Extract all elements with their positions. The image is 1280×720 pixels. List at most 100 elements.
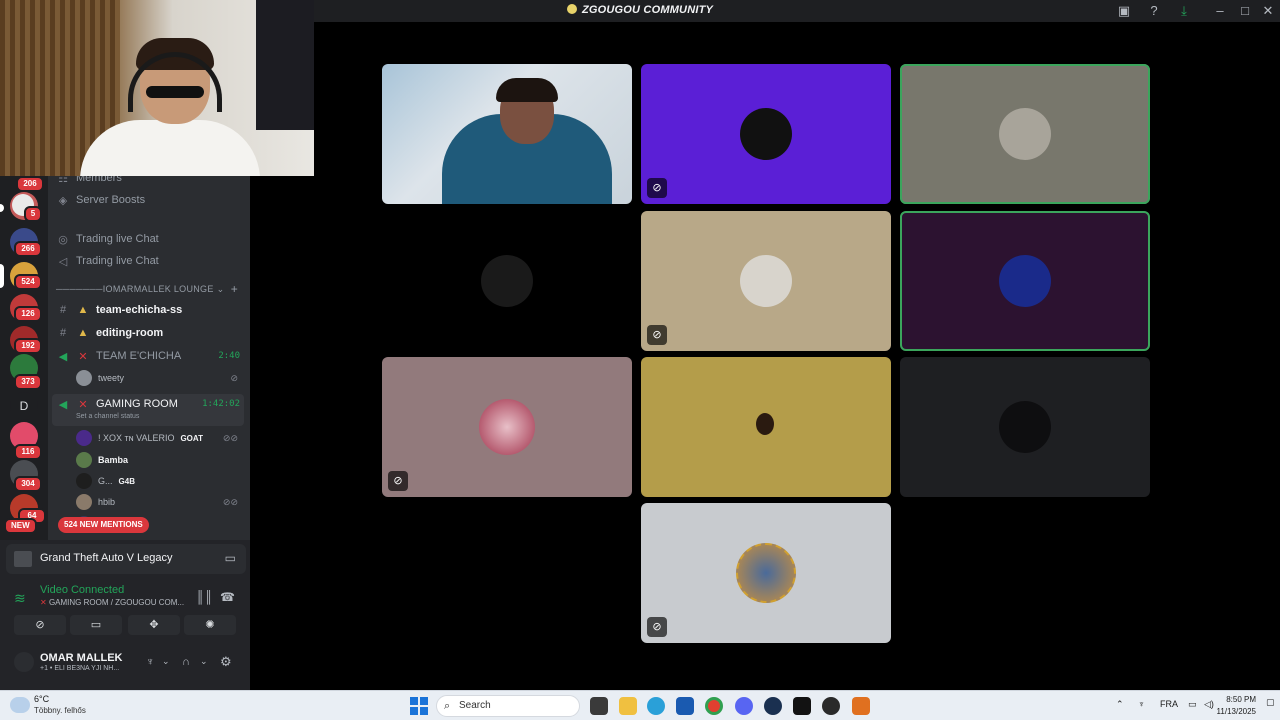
video-tile-camera[interactable] — [382, 64, 632, 204]
speaker-icon: ◀ — [58, 399, 68, 411]
disconnect-icon[interactable]: ☎ — [220, 590, 235, 604]
voice-user[interactable]: hbib ⊘⊘ — [76, 492, 244, 512]
network-icon[interactable]: ▭ — [1188, 699, 1197, 710]
voice-user[interactable]: Bamba — [76, 450, 244, 470]
screen-share-button[interactable]: ▭ — [70, 615, 122, 635]
minimize-icon[interactable]: – — [1212, 3, 1228, 19]
voice-location[interactable]: ✕ GAMING ROOM / ZGOUGOU COM... — [40, 598, 184, 607]
server-icon[interactable]: D — [10, 392, 38, 420]
user-status: +1 • ELI BE3NA YJI NH... — [40, 665, 120, 672]
category-header[interactable]: ───────IOMARMALLEK LOUNGE ⌄ + — [56, 282, 244, 296]
task-view-icon[interactable] — [590, 697, 608, 715]
camera-button[interactable]: ⊘ — [14, 615, 66, 635]
microphone-icon[interactable]: ♆ — [146, 656, 154, 668]
discord-icon[interactable] — [735, 697, 753, 715]
cross-icon: ✕ — [78, 350, 88, 363]
window-title-text: ZGOUGOU COMMUNITY — [581, 4, 714, 16]
server-boosts-label: Server Boosts — [76, 194, 146, 206]
headphones-icon[interactable]: ∩ — [182, 656, 190, 668]
video-tile[interactable]: ⊘ — [641, 211, 891, 351]
channel-status[interactable]: Set a channel status — [76, 413, 139, 420]
add-channel-icon[interactable]: + — [231, 282, 238, 296]
voice-channel-item[interactable]: ◀ ✕ TEAM E'CHICHA 2:40 — [56, 346, 244, 366]
hash-icon: # — [59, 304, 67, 316]
lock-icon: ▲ — [77, 327, 89, 339]
chevron-down-icon[interactable]: ⌄ — [200, 656, 208, 667]
store-icon[interactable] — [676, 697, 694, 715]
user-avatar — [999, 108, 1051, 160]
server-rail: 206 5 266 524 126 192 373 D 116 304 64 N… — [0, 176, 48, 540]
user-name[interactable]: OMAR MALLEK — [40, 652, 123, 664]
app-icon[interactable] — [852, 697, 870, 715]
user-avatar — [481, 255, 533, 307]
video-tile[interactable] — [641, 357, 891, 497]
members-label: Members — [76, 176, 122, 184]
chevron-down-icon[interactable]: ⌄ — [162, 656, 170, 667]
user-avatar — [999, 255, 1051, 307]
avatar — [76, 370, 92, 386]
activity-card[interactable]: Grand Theft Auto V Legacy ▭ — [6, 544, 246, 574]
avatar[interactable] — [14, 652, 34, 672]
cross-icon: ✕ — [78, 399, 88, 411]
start-tile — [410, 697, 418, 705]
server-boosts-item[interactable]: ◈ Server Boosts — [56, 190, 244, 210]
boost-icon: ◈ — [58, 194, 68, 207]
weather-cloud-icon[interactable] — [10, 697, 30, 713]
game-icon — [14, 551, 32, 567]
settings-gear-icon[interactable]: ⚙ — [220, 654, 232, 670]
terminal-icon[interactable] — [793, 697, 811, 715]
user-avatar — [740, 108, 792, 160]
steam-icon[interactable] — [764, 697, 782, 715]
microphone-icon[interactable]: ♆ — [1138, 699, 1145, 709]
new-mentions-pill[interactable]: 524 NEW MENTIONS — [58, 517, 149, 533]
voice-channel-item[interactable]: ◁ Trading live Chat — [56, 251, 244, 271]
download-icon[interactable]: ⤓ — [1176, 3, 1192, 19]
windows-start-icon[interactable] — [410, 697, 428, 715]
soundboard-button[interactable]: ✺ — [184, 615, 236, 635]
video-tile[interactable]: ⊘ — [641, 64, 891, 204]
voice-channel-item-active[interactable]: ◀ ✕ GAMING ROOM 1:42:02 Set a channel status — [52, 394, 244, 426]
voice-status[interactable]: Video Connected — [40, 584, 124, 596]
notification-icon[interactable]: ▢ — [1266, 697, 1275, 708]
voice-user[interactable]: tweety ⊘ — [76, 368, 244, 388]
chrome-icon[interactable] — [705, 697, 723, 715]
stage-channel-item[interactable]: ◎ Trading live Chat — [56, 229, 244, 249]
video-tile[interactable] — [900, 357, 1150, 497]
user-tag: G4B — [118, 476, 135, 486]
video-tile[interactable]: ⊘ — [641, 503, 891, 643]
volume-icon[interactable]: ◁) — [1204, 699, 1214, 710]
video-tile-speaking[interactable] — [900, 64, 1150, 204]
text-channel-item[interactable]: # ▲ editing-room — [56, 323, 244, 343]
screen-share-icon[interactable]: ▭ — [225, 551, 236, 565]
video-tile-speaking[interactable] — [900, 211, 1150, 351]
activities-button[interactable]: ✥ — [128, 615, 180, 635]
language-indicator[interactable]: FRA — [1160, 699, 1178, 709]
taskbar-search[interactable]: ⌕ Search — [436, 695, 580, 717]
camera-off-icon: ⊘ — [647, 617, 667, 637]
members-item[interactable]: ☷ Members — [56, 176, 244, 188]
obs-icon[interactable] — [822, 697, 840, 715]
mention-badge: 126 — [14, 306, 42, 322]
file-explorer-icon[interactable] — [619, 697, 637, 715]
new-badge[interactable]: NEW — [4, 518, 37, 534]
channel-label: team-echicha-ss — [96, 304, 183, 316]
text-channel-item[interactable]: # ▲ team-echicha-ss — [56, 300, 244, 320]
username: ! XOX ᴛɴ VALERIO — [98, 433, 175, 443]
maximize-icon[interactable]: □ — [1237, 3, 1253, 19]
clock-date: 11/13/2025 — [1216, 707, 1256, 716]
camera-off-icon: ⊘ — [647, 325, 667, 345]
weather-condition[interactable]: Többny. felhős — [34, 706, 86, 715]
taskbar-clock[interactable]: 8:50 PM 11/13/2025 — [1217, 694, 1256, 718]
noise-suppression-icon[interactable]: ║║ — [196, 590, 213, 604]
video-tile[interactable] — [382, 211, 632, 351]
edge-browser-icon[interactable] — [647, 697, 665, 715]
temperature[interactable]: 6°C — [34, 694, 49, 704]
close-icon[interactable]: ✕ — [1260, 3, 1276, 19]
help-icon[interactable]: ? — [1146, 3, 1162, 19]
chevron-up-icon[interactable]: ⌃ — [1116, 699, 1124, 710]
voice-user[interactable]: G... G4B — [76, 471, 244, 491]
video-tile[interactable]: ⊘ — [382, 357, 632, 497]
avatar — [76, 430, 92, 446]
voice-user[interactable]: ! XOX ᴛɴ VALERIO GOAT ⊘⊘ — [76, 428, 244, 448]
inbox-icon[interactable]: ▣ — [1116, 3, 1132, 19]
